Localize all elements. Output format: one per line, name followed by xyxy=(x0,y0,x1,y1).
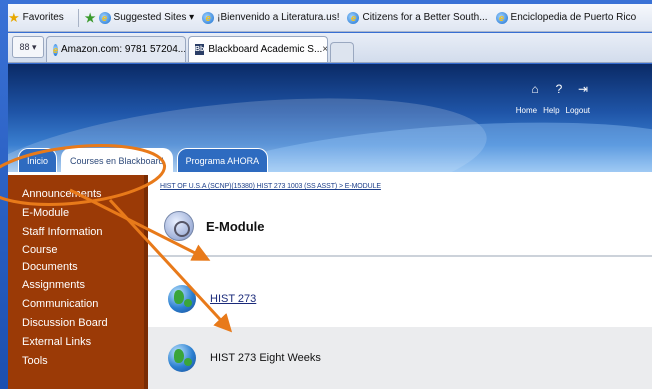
ie-icon: e xyxy=(202,11,215,24)
menu-item-tools[interactable]: Tools xyxy=(8,352,144,371)
breadcrumb-text[interactable]: HIST OF U.S.A (SCNP)(15380) HIST 273 100… xyxy=(160,183,381,190)
menu-item-communication[interactable]: Communication xyxy=(8,295,144,314)
menu-item-external-links[interactable]: External Links xyxy=(8,333,144,352)
module-icon xyxy=(164,211,194,241)
globe-icon xyxy=(168,344,196,372)
blackboard-header: ⌂ ? ⇥ Home Help Logout Inicio Courses en… xyxy=(8,64,652,172)
title-row: E-Module xyxy=(148,197,652,257)
content-item: HIST 273 Eight Weeks xyxy=(148,327,652,389)
home-link[interactable]: Home xyxy=(516,106,537,115)
bookmark-label: Enciclopedia de Puerto Rico xyxy=(510,12,637,23)
browser-tab-blackboard[interactable]: Bb Blackboard Academic S... × xyxy=(188,36,328,62)
tab-label: Inicio xyxy=(27,155,49,166)
course-menu: Announcements E-Module Staff Information… xyxy=(8,175,148,389)
add-favorite-icon: ★ xyxy=(84,10,96,25)
favorites-button[interactable]: ★ Favorites xyxy=(8,10,64,26)
tab-courses[interactable]: Courses en Blackboard xyxy=(61,148,173,172)
content-item: HIST 273 xyxy=(148,271,652,327)
separator xyxy=(77,8,79,27)
menu-item-e-module[interactable]: E-Module xyxy=(8,204,144,223)
tab-programa-ahora[interactable]: Programa AHORA xyxy=(176,148,269,172)
tab-label: Programa AHORA xyxy=(185,155,260,166)
help-link[interactable]: Help xyxy=(543,106,559,115)
bookmark-suggested-sites[interactable]: ★ e Suggested Sites ▾ xyxy=(85,11,194,25)
ie-icon: e xyxy=(53,43,59,56)
blackboard-icon: Bb xyxy=(195,44,205,55)
tab-label: Blackboard Academic S... xyxy=(208,44,323,55)
bookmark-citizens[interactable]: e Citizens for a Better South... xyxy=(347,11,488,24)
menu-item-course-documents[interactable]: Course Documents xyxy=(8,242,98,276)
bookmark-label: ¡Bienvenido a Literatura.us! xyxy=(217,12,340,23)
logout-link[interactable]: Logout xyxy=(566,106,590,115)
menu-item-staff-information[interactable]: Staff Information xyxy=(8,223,144,242)
globe-icon xyxy=(168,285,196,313)
page-title: E-Module xyxy=(206,218,265,234)
ie-icon: e xyxy=(347,11,360,24)
ie-icon: e xyxy=(495,11,508,24)
menu-item-discussion-board[interactable]: Discussion Board xyxy=(8,314,144,333)
breadcrumb[interactable]: HIST OF U.S.A (SCNP)(15380) HIST 273 100… xyxy=(160,183,381,190)
bookmark-enciclopedia[interactable]: e Enciclopedia de Puerto Rico xyxy=(495,11,637,24)
content-title-hist-273-eight-weeks: HIST 273 Eight Weeks xyxy=(210,352,321,364)
new-tab-button[interactable] xyxy=(330,42,354,62)
tab-inicio[interactable]: Inicio xyxy=(18,148,58,172)
ie-icon: e xyxy=(98,11,111,24)
menu-item-assignments[interactable]: Assignments xyxy=(8,276,144,295)
browser-tab-bar: 88 ▾ e Amazon.com: 9781 57204... Bb Blac… xyxy=(8,33,652,63)
help-icon[interactable]: ? xyxy=(552,82,566,96)
close-tab-icon[interactable]: × xyxy=(322,44,327,55)
browser-tab-amazon[interactable]: e Amazon.com: 9781 57204... xyxy=(46,36,186,62)
bookmark-literatura[interactable]: e ¡Bienvenido a Literatura.us! xyxy=(202,11,340,24)
content-link-hist-273[interactable]: HIST 273 xyxy=(210,293,256,305)
tab-label: Courses en Blackboard xyxy=(70,155,164,166)
bookmark-label: Suggested Sites ▾ xyxy=(113,12,195,23)
home-icon[interactable]: ⌂ xyxy=(528,82,542,96)
quick-tabs-label: 88 ▾ xyxy=(19,41,37,52)
bookmark-label: Citizens for a Better South... xyxy=(362,12,488,23)
star-icon: ★ xyxy=(8,9,20,25)
favorites-label: Favorites xyxy=(22,12,64,23)
quick-tabs-button[interactable]: 88 ▾ xyxy=(12,36,44,58)
blackboard-tabs: Inicio Courses en Blackboard Programa AH… xyxy=(8,138,652,172)
logout-icon[interactable]: ⇥ xyxy=(576,82,590,96)
content-area: HIST OF U.S.A (SCNP)(15380) HIST 273 100… xyxy=(148,175,652,389)
blackboard-page: ⌂ ? ⇥ Home Help Logout Inicio Courses en… xyxy=(8,64,652,389)
favorites-bar: ★ Favorites ★ e Suggested Sites ▾ e ¡Bie… xyxy=(8,4,652,32)
top-icons: ⌂ ? ⇥ xyxy=(528,82,590,96)
menu-item-announcements[interactable]: Announcements xyxy=(8,185,144,204)
tab-label: Amazon.com: 9781 57204... xyxy=(61,44,186,55)
top-links: Home Help Logout xyxy=(516,106,590,115)
